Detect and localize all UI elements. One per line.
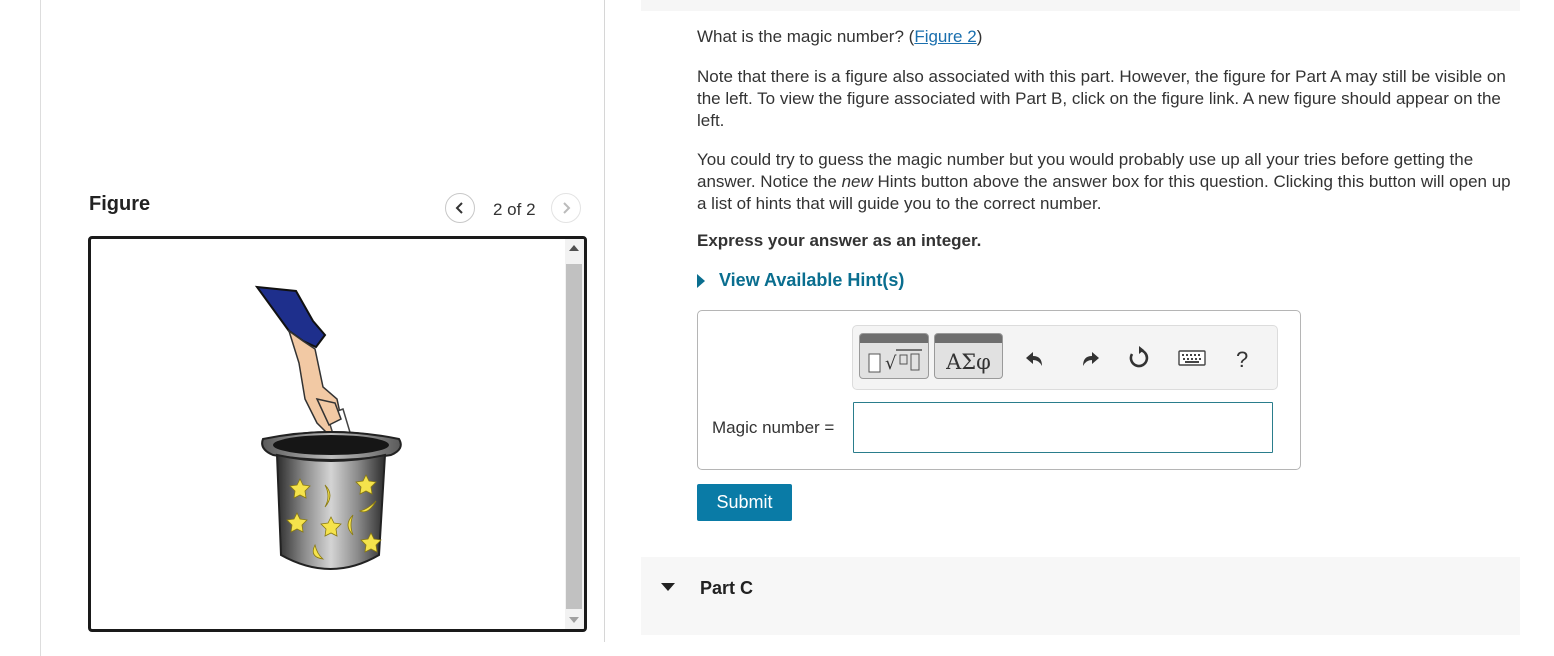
undo-icon (1026, 352, 1042, 366)
scroll-down-arrow-icon[interactable] (569, 617, 579, 623)
scroll-up-arrow-icon[interactable] (569, 245, 579, 251)
help-button[interactable]: ? (1236, 347, 1248, 373)
part-c-label: Part C (700, 578, 754, 598)
chevron-left-icon (455, 202, 463, 214)
math-templates-icon: √ (868, 349, 922, 374)
scrollbar-thumb[interactable] (566, 264, 582, 609)
redo-button[interactable] (1077, 345, 1103, 371)
svg-text:√: √ (885, 353, 897, 374)
submit-button[interactable]: Submit (697, 484, 792, 521)
figure-viewer (88, 236, 587, 632)
magic-hat-image (254, 285, 402, 570)
previous-part-footer (641, 0, 1520, 11)
reset-icon (1129, 346, 1149, 368)
greek-symbols-button[interactable]: ΑΣφ (934, 333, 1003, 379)
keyboard-icon (1178, 350, 1206, 366)
view-hints-label: View Available Hint(s) (719, 270, 905, 290)
figure-note: Note that there is a figure also associa… (697, 67, 1506, 130)
templates-button[interactable]: √ (859, 333, 929, 379)
previous-figure-button[interactable] (445, 193, 475, 223)
caret-down-icon (661, 583, 675, 591)
answer-instruction: Express your answer as an integer. (697, 231, 982, 250)
question-prompt: What is the magic number? (Figure 2) (697, 27, 983, 46)
reset-button[interactable] (1126, 345, 1152, 371)
next-figure-button[interactable] (551, 193, 581, 223)
answer-label: Magic number = (712, 418, 835, 437)
caret-right-icon (697, 273, 705, 288)
keyboard-button[interactable] (1178, 345, 1206, 371)
left-border (40, 0, 41, 656)
undo-button[interactable] (1022, 345, 1048, 371)
panel-divider (604, 0, 605, 642)
figure-link[interactable]: Figure 2 (914, 27, 976, 46)
view-hints-button[interactable]: View Available Hint(s) (697, 270, 904, 291)
part-c-header[interactable] (641, 557, 1520, 635)
chevron-right-icon (563, 202, 571, 214)
figure-scrollbar[interactable] (565, 239, 584, 629)
magic-number-input[interactable] (853, 402, 1273, 453)
redo-icon (1083, 352, 1099, 366)
hint-explanation: You could try to guess the magic number … (697, 150, 1511, 213)
figure-title: Figure (89, 193, 151, 215)
figure-counter: 2 of 2 (493, 200, 536, 219)
